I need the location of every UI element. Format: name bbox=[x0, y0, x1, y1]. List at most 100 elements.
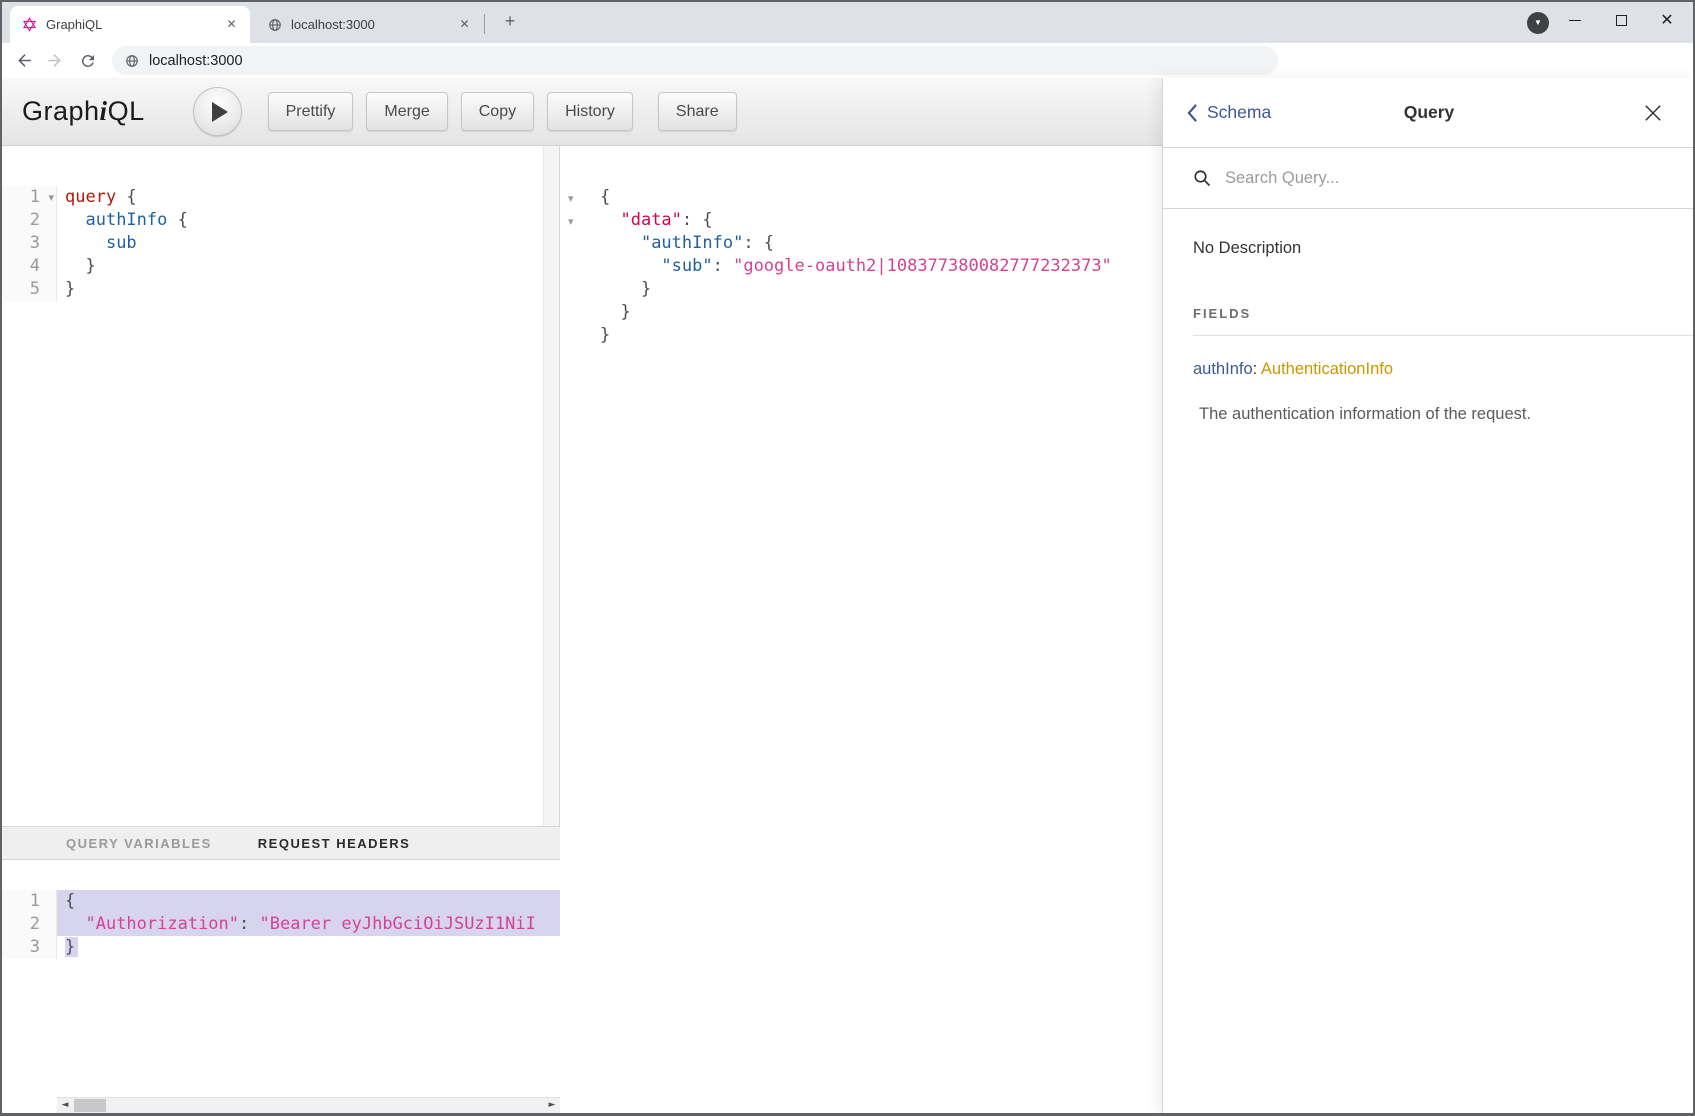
field-type-link[interactable]: AuthenticationInfo bbox=[1261, 360, 1393, 378]
result-code-text[interactable]: { bbox=[595, 186, 1162, 209]
fold-arrow-icon[interactable]: ▾ bbox=[568, 192, 574, 205]
result-code-text[interactable]: "data": { bbox=[595, 209, 1162, 232]
query-gutter: 5 bbox=[0, 278, 57, 301]
query-code-text[interactable]: query { bbox=[57, 186, 543, 209]
field-row: authInfo: AuthenticationInfo bbox=[1193, 360, 1695, 379]
doc-explorer-panel: Schema Query No Description FIELDS authI… bbox=[1162, 78, 1695, 1113]
result-gutter bbox=[561, 324, 595, 347]
query-code-text[interactable]: sub bbox=[57, 232, 543, 255]
tab-title: localhost:3000 bbox=[291, 17, 456, 32]
execute-query-button[interactable] bbox=[193, 87, 242, 136]
result-gutter bbox=[561, 232, 595, 255]
browser-tab-graphiql[interactable]: GraphiQL ✕ bbox=[10, 6, 250, 43]
query-gutter: 2 bbox=[0, 209, 57, 232]
doc-title: Query bbox=[1163, 78, 1695, 147]
result-code-text[interactable]: } bbox=[595, 301, 1162, 324]
result-code-line[interactable]: "sub": "google-oauth2|108377380082777232… bbox=[561, 255, 1162, 278]
query-editor[interactable]: 1▾query {2 authInfo {3 sub4 }5} bbox=[0, 146, 543, 826]
line-number: 1 bbox=[30, 187, 40, 207]
copy-button[interactable]: Copy bbox=[461, 92, 534, 131]
field-name-link[interactable]: authInfo bbox=[1193, 360, 1253, 378]
query-code-text[interactable]: authInfo { bbox=[57, 209, 543, 232]
query-code-line[interactable]: 3 sub bbox=[0, 232, 543, 255]
forward-button[interactable] bbox=[40, 43, 68, 78]
secondary-editor-tabbar: QUERY VARIABLES REQUEST HEADERS bbox=[0, 826, 560, 860]
tab-query-variables[interactable]: QUERY VARIABLES bbox=[66, 836, 212, 851]
history-button[interactable]: History bbox=[547, 92, 633, 131]
tab-title: GraphiQL bbox=[46, 17, 223, 32]
result-code-line[interactable]: } bbox=[561, 301, 1162, 324]
window-close-button[interactable]: ✕ bbox=[1644, 0, 1690, 40]
request-headers-editor[interactable]: 1{2 "Authorization": "Bearer eyJhbGciOiJ… bbox=[0, 860, 560, 1097]
browser-tab-localhost[interactable]: localhost:3000 ✕ bbox=[256, 6, 483, 43]
scroll-left-arrow[interactable]: ◄ bbox=[57, 1098, 73, 1113]
result-code-line[interactable]: ▾{ bbox=[561, 186, 1162, 209]
tab-close-icon[interactable]: ✕ bbox=[456, 16, 473, 33]
new-tab-button[interactable]: + bbox=[499, 11, 521, 33]
window-maximize-button[interactable] bbox=[1598, 0, 1644, 40]
doc-search-row bbox=[1163, 148, 1695, 209]
graphiql-logo: GraphiQL bbox=[22, 96, 145, 127]
browser-navbar: localhost:3000 L Aktualisieren ⋮ uOPTp bbox=[0, 43, 1695, 79]
browser-tab-strip: GraphiQL ✕ localhost:3000 ✕ + ▼ ✕ bbox=[0, 0, 1695, 43]
result-gutter: ▾ bbox=[561, 186, 595, 209]
scrollbar-thumb[interactable] bbox=[74, 1099, 106, 1112]
headers-code-text[interactable]: "Authorization": "Bearer eyJhbGciOiJSUzI… bbox=[57, 913, 560, 936]
fields-heading: FIELDS bbox=[1193, 306, 1695, 321]
headers-gutter: 3 bbox=[0, 936, 57, 959]
result-code-text[interactable]: } bbox=[595, 278, 1162, 301]
doc-search-input[interactable] bbox=[1223, 168, 1527, 189]
result-code-text[interactable]: "sub": "google-oauth2|108377380082777232… bbox=[595, 255, 1162, 278]
headers-code-line[interactable]: 1{ bbox=[0, 890, 560, 913]
scroll-right-arrow[interactable]: ► bbox=[544, 1098, 560, 1113]
url-text: localhost:3000 bbox=[149, 53, 243, 69]
headers-code-text[interactable]: { bbox=[57, 890, 560, 913]
tab-close-icon[interactable]: ✕ bbox=[223, 16, 240, 33]
result-code-text[interactable]: "authInfo": { bbox=[595, 232, 1162, 255]
result-code-line[interactable]: } bbox=[561, 278, 1162, 301]
headers-code-line[interactable]: 2 "Authorization": "Bearer eyJhbGciOiJSU… bbox=[0, 913, 560, 936]
play-icon bbox=[212, 102, 228, 122]
window-minimize-button[interactable] bbox=[1552, 0, 1598, 40]
result-gutter bbox=[561, 278, 595, 301]
search-icon bbox=[1193, 169, 1211, 187]
result-code-line[interactable]: } bbox=[561, 324, 1162, 347]
close-icon bbox=[1644, 104, 1662, 122]
result-gutter bbox=[561, 255, 595, 278]
merge-button[interactable]: Merge bbox=[366, 92, 447, 131]
share-button[interactable]: Share bbox=[658, 92, 737, 131]
query-code-line[interactable]: 2 authInfo { bbox=[0, 209, 543, 232]
result-gutter bbox=[561, 301, 595, 324]
prettify-button[interactable]: Prettify bbox=[268, 92, 354, 131]
address-bar[interactable]: localhost:3000 bbox=[112, 46, 1278, 75]
back-button[interactable] bbox=[10, 43, 38, 78]
query-code-line[interactable]: 4 } bbox=[0, 255, 543, 278]
fold-arrow-icon[interactable]: ▾ bbox=[48, 186, 54, 209]
query-code-text[interactable]: } bbox=[57, 278, 543, 301]
line-number: 5 bbox=[30, 279, 40, 299]
headers-gutter: 2 bbox=[0, 913, 57, 936]
query-gutter: 3 bbox=[0, 232, 57, 255]
headers-code-line[interactable]: 3} bbox=[0, 936, 560, 959]
reload-button[interactable] bbox=[74, 43, 102, 78]
result-viewer: ▾{▾ "data": { "authInfo": { "sub": "goog… bbox=[561, 146, 1162, 1113]
query-gutter: 4 bbox=[0, 255, 57, 278]
field-description: The authentication information of the re… bbox=[1199, 405, 1695, 424]
query-code-text[interactable]: } bbox=[57, 255, 543, 278]
horizontal-scrollbar[interactable]: ◄ ► bbox=[57, 1097, 560, 1113]
type-description: No Description bbox=[1193, 239, 1695, 258]
result-code-text[interactable]: } bbox=[595, 324, 1162, 347]
globe-icon bbox=[125, 54, 139, 68]
query-gutter: 1▾ bbox=[0, 186, 57, 209]
fold-arrow-icon[interactable]: ▾ bbox=[568, 215, 574, 228]
result-code-line[interactable]: ▾ "data": { bbox=[561, 209, 1162, 232]
query-code-line[interactable]: 5} bbox=[0, 278, 543, 301]
doc-close-button[interactable] bbox=[1633, 78, 1673, 147]
query-editor-vertical-scrollbar[interactable] bbox=[543, 146, 560, 826]
query-code-line[interactable]: 1▾query { bbox=[0, 186, 543, 209]
tab-request-headers[interactable]: REQUEST HEADERS bbox=[258, 836, 411, 851]
line-number: 4 bbox=[30, 256, 40, 276]
tab-search-button[interactable]: ▼ bbox=[1527, 12, 1549, 34]
result-code-line[interactable]: "authInfo": { bbox=[561, 232, 1162, 255]
headers-code-text[interactable]: } bbox=[57, 936, 560, 959]
